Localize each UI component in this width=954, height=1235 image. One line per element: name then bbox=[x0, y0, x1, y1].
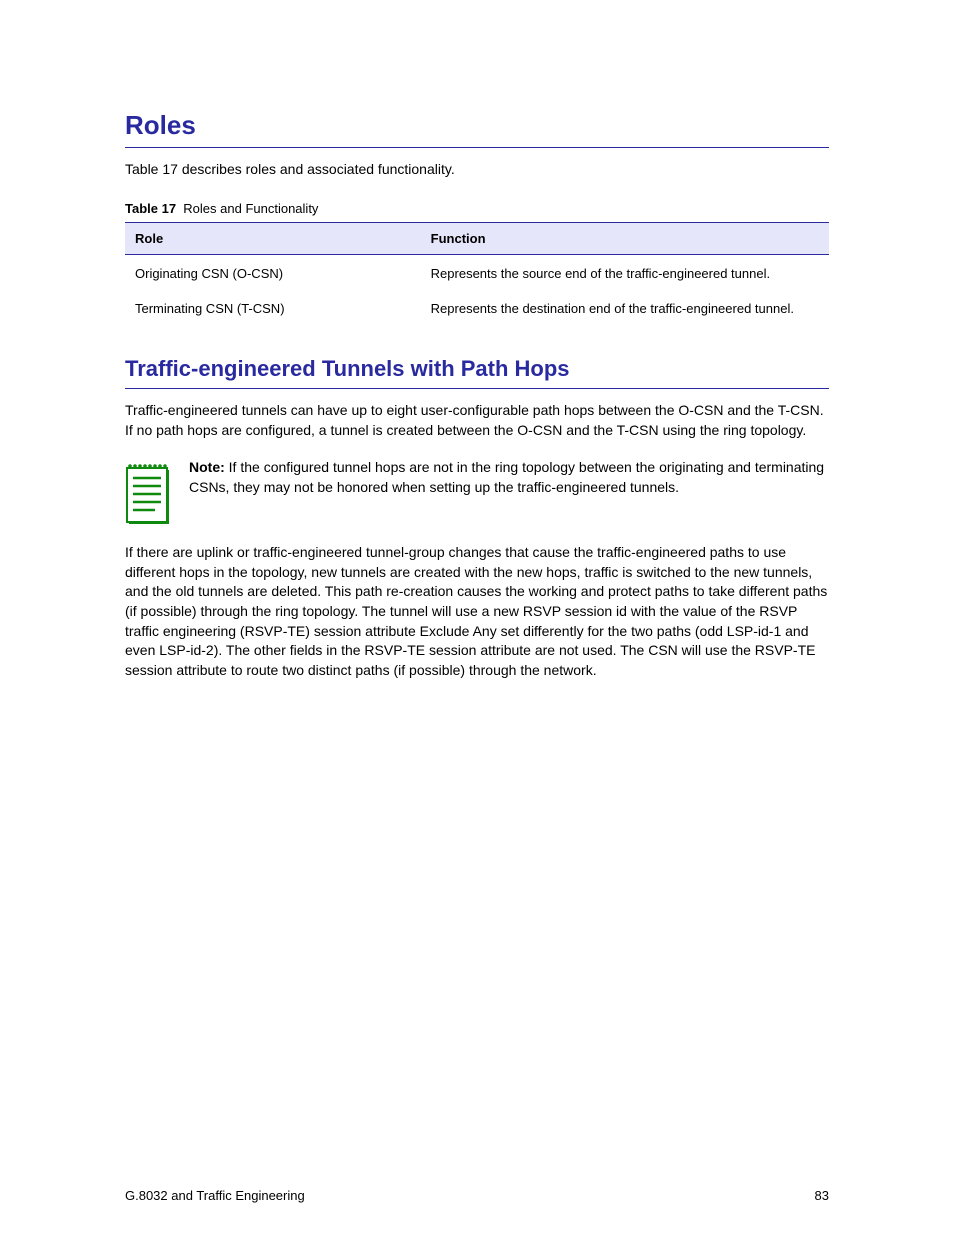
table-row: Terminating CSN (T-CSN) Represents the d… bbox=[125, 290, 829, 326]
table-cell-role: Terminating CSN (T-CSN) bbox=[125, 290, 421, 326]
table-caption-text: Roles and Functionality bbox=[183, 201, 318, 216]
table-row: Originating CSN (O-CSN) Represents the s… bbox=[125, 254, 829, 290]
section-intro: Table 17 describes roles and associated … bbox=[125, 160, 829, 179]
table-reference-link[interactable]: Table 17 bbox=[125, 161, 178, 177]
section-intro-text: describes roles and associated functiona… bbox=[178, 161, 455, 177]
note-label: Note: bbox=[189, 459, 229, 475]
table-cell-function: Represents the source end of the traffic… bbox=[421, 254, 829, 290]
page-footer: G.8032 and Traffic Engineering 83 bbox=[125, 1188, 829, 1203]
table-caption-number: Table 17 bbox=[125, 201, 176, 216]
subsection-heading: Traffic-engineered Tunnels with Path Hop… bbox=[125, 356, 829, 389]
section-heading: Roles bbox=[125, 110, 829, 148]
table-cell-function: Represents the destination end of the tr… bbox=[421, 290, 829, 326]
roles-table: Table 17 Roles and Functionality Role Fu… bbox=[125, 201, 829, 326]
footer-left: G.8032 and Traffic Engineering bbox=[125, 1188, 305, 1203]
table-header-role: Role bbox=[125, 222, 421, 254]
note-text: Note: If the configured tunnel hops are … bbox=[189, 458, 829, 497]
table-caption: Table 17 Roles and Functionality bbox=[125, 201, 829, 222]
table-header-function: Function bbox=[421, 222, 829, 254]
table-cell-role: Originating CSN (O-CSN) bbox=[125, 254, 421, 290]
notepad-icon bbox=[125, 460, 171, 531]
paragraph: If there are uplink or traffic-engineere… bbox=[125, 543, 829, 680]
note-block: Note: If the configured tunnel hops are … bbox=[125, 458, 829, 531]
paragraph: Traffic-engineered tunnels can have up t… bbox=[125, 401, 829, 440]
note-body: If the configured tunnel hops are not in… bbox=[189, 459, 824, 495]
footer-page-number: 83 bbox=[815, 1188, 829, 1203]
